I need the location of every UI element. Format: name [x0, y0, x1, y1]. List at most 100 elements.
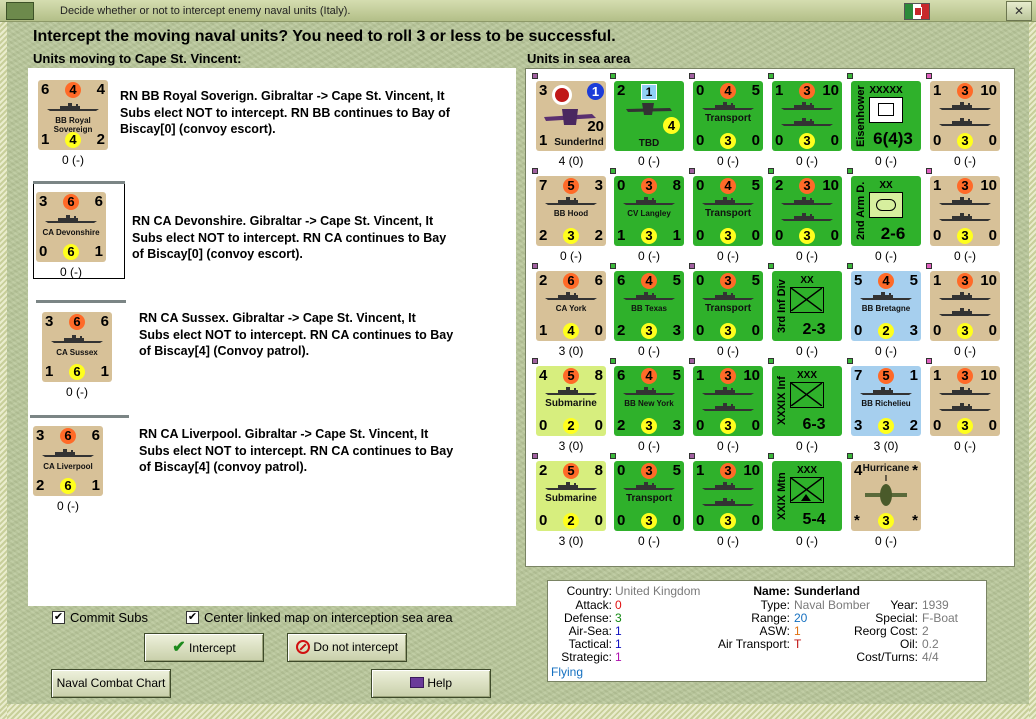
counter-br: 1: [91, 477, 100, 494]
counter-tc: 4: [720, 83, 736, 99]
ship-silhouette-icon: [860, 387, 912, 395]
mountain-infantry-symbol-icon: [790, 477, 824, 503]
torpedo-bomber-icon: [626, 103, 672, 115]
sea-unit-counter[interactable]: 2nd Arm D. XX 2-6: [851, 176, 921, 246]
sea-unit-counter[interactable]: 2 3 10 0 3 0: [772, 176, 842, 246]
sea-unit-counter[interactable]: 1 3 10 0 3 0: [693, 366, 763, 436]
unit-marker: [768, 168, 774, 174]
counter-strength: 0 (-): [66, 385, 88, 399]
unit-size-marker: XXX: [796, 465, 817, 476]
counter-bc: 3: [720, 513, 736, 529]
counter-bl: 0: [933, 132, 942, 149]
sea-unit-counter[interactable]: 0 4 5 0 3 0 Transport: [693, 176, 763, 246]
counter-tr: 6: [100, 313, 109, 330]
counter-tc: 4: [720, 178, 736, 194]
counter-tl: 2: [539, 272, 548, 289]
counter-name: BB Hood: [553, 209, 589, 218]
close-button[interactable]: ✕: [1006, 1, 1032, 21]
divider: [36, 300, 126, 303]
counter-bc: 6: [69, 364, 85, 380]
unit-size-marker: XXXXX: [869, 85, 903, 96]
moving-units-list[interactable]: 6 4 4 1 4 2 BB Royal Sovereign 0 (-) RN BB Royal…: [28, 68, 516, 606]
unit-counter[interactable]: 3 6 6 1 6 1 CA Sussex: [42, 312, 112, 382]
counter-strength: 0 (-): [954, 439, 976, 453]
help-button[interactable]: Help: [371, 669, 491, 698]
sea-unit-counter[interactable]: 1 3 10 0 3 0: [772, 81, 842, 151]
counter-tl: 0: [696, 177, 705, 194]
counter-tr: 10: [980, 367, 997, 384]
center-map-label[interactable]: Center linked map on interception sea ar…: [204, 610, 453, 625]
counter-tc: 3: [720, 368, 736, 384]
sea-unit-counter[interactable]: 0 4 5 0 3 0 Transport: [693, 81, 763, 151]
intercept-label: Intercept: [189, 641, 236, 655]
counter-name: TBD: [638, 138, 660, 149]
counter-bc: 3: [957, 418, 973, 434]
counter-bl: 1: [539, 322, 548, 339]
counter-strength: 4 (0): [558, 154, 584, 168]
counter-bc: 2: [563, 513, 579, 529]
naval-combat-chart-button[interactable]: Naval Combat Chart: [51, 669, 171, 698]
sea-unit-counter[interactable]: 4 5 8 0 2 0 Submarine: [536, 366, 606, 436]
sea-unit-counter[interactable]: 4 * * * 3 Hurricane I: [851, 461, 921, 531]
counter-br: 2: [909, 417, 918, 434]
sea-unit-counter[interactable]: 0 3 8 1 3 1 CV Langley: [614, 176, 684, 246]
commit-subs-checkbox[interactable]: ✔: [52, 611, 65, 624]
sea-unit-counter[interactable]: 2 1 4 TBD: [614, 81, 684, 151]
sea-unit-counter[interactable]: 0 3 5 0 3 0 Transport: [614, 461, 684, 531]
sea-unit-counter[interactable]: 7 5 3 2 3 2 BB Hood: [536, 176, 606, 246]
counter-bc: 4: [663, 117, 680, 134]
unit-counter[interactable]: 3 6 6 2 6 1 CA Liverpool: [33, 426, 103, 496]
counter-br: 3: [672, 417, 681, 434]
intercept-button[interactable]: ✔ Intercept: [144, 633, 264, 662]
counter-bc: 3: [799, 133, 815, 149]
sea-unit-counter[interactable]: 3rd Inf Div XX 2-3: [772, 271, 842, 341]
sea-unit-counter[interactable]: 2 6 6 1 4 0 CA York: [536, 271, 606, 341]
sea-unit-counter[interactable]: 5 4 5 0 2 3 BB Bretagne: [851, 271, 921, 341]
sea-units-grid[interactable]: 3 1 20 1 SunderInd 4 (0) 2 1 4 TBD 0 (-) 0 4 5 0 3 0 Tran…: [525, 68, 1015, 567]
ship-silhouette-icon: [939, 118, 991, 126]
move-description-line: of Biscay[4] (Convoy patrol).: [139, 344, 310, 358]
counter-tc: 3: [641, 463, 657, 479]
counter-br: 0: [751, 512, 760, 529]
sea-unit-counter[interactable]: 1 3 10 0 3 0: [930, 366, 1000, 436]
sea-unit-counter[interactable]: 0 3 5 0 3 0 Transport: [693, 271, 763, 341]
counter-tr: 8: [594, 462, 603, 479]
counter-tl: 1: [933, 177, 942, 194]
ship-silhouette-icon: [623, 387, 675, 395]
counter-tl: 1: [696, 462, 705, 479]
ship-silhouette-icon: [860, 292, 912, 300]
counter-br: 0: [672, 512, 681, 529]
sea-unit-counter[interactable]: 1 3 10 0 3 0: [930, 271, 1000, 341]
counter-strength: 0 (-): [796, 344, 818, 358]
cost-turns-label: Cost/Turns:: [856, 650, 918, 664]
counter-tr: 8: [594, 367, 603, 384]
counter-name: CA Liverpool: [43, 462, 93, 471]
counter-strength: 0 (-): [875, 534, 897, 548]
attack-label: Attack:: [575, 598, 612, 612]
sea-unit-counter[interactable]: 3 1 20 1 SunderInd: [536, 81, 606, 151]
sea-unit-counter[interactable]: 1 3 10 0 3 0: [930, 81, 1000, 151]
counter-bc: 3: [563, 228, 579, 244]
center-map-checkbox[interactable]: ✔: [186, 611, 199, 624]
sea-unit-counter[interactable]: 1 3 10 0 3 0: [930, 176, 1000, 246]
sea-unit-counter[interactable]: 7 5 1 3 3 2 BB Richelieu: [851, 366, 921, 436]
sea-unit-counter[interactable]: 6 4 5 2 3 3 BB Texas: [614, 271, 684, 341]
unit-counter[interactable]: 6 4 4 1 4 2 BB Royal Sovereign: [38, 80, 108, 150]
sea-unit-counter[interactable]: XXXIX Inf XXX 6-3: [772, 366, 842, 436]
oil-value: 0.2: [922, 637, 939, 651]
sea-unit-counter[interactable]: XXIX Mtn XXX 5-4: [772, 461, 842, 531]
counter-strength: 0 (-): [796, 534, 818, 548]
commit-subs-label[interactable]: Commit Subs: [70, 610, 148, 625]
sea-unit-counter[interactable]: Eisenhower XXXXX 6(4)3: [851, 81, 921, 151]
sea-unit-counter[interactable]: 1 3 10 0 3 0: [693, 461, 763, 531]
infantry-symbol-icon: [790, 382, 824, 408]
do-not-intercept-button[interactable]: Do not intercept: [287, 633, 407, 662]
counter-bc: 4: [563, 323, 579, 339]
sea-unit-counter[interactable]: 2 5 8 0 2 0 Submarine: [536, 461, 606, 531]
counter-tr: 5: [751, 82, 760, 99]
sea-unit-counter[interactable]: 6 4 5 2 3 3 BB New York: [614, 366, 684, 436]
counter-tc: 3: [957, 273, 973, 289]
counter-br: 0: [988, 227, 997, 244]
counter-tl: 7: [539, 177, 548, 194]
move-description-line: RN CA Sussex. Gibraltar -> Cape St. Vinc…: [139, 311, 416, 325]
